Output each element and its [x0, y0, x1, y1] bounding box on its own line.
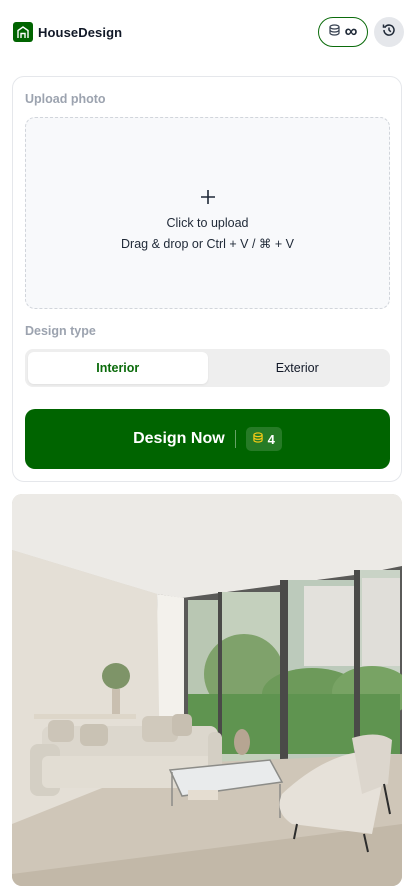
living-room-photo	[12, 494, 402, 886]
coins-icon	[252, 430, 263, 448]
credits-pill[interactable]: ∞	[318, 17, 368, 47]
upload-dropzone[interactable]: Click to upload Drag & drop or Ctrl + V …	[25, 117, 390, 309]
tab-exterior[interactable]: Exterior	[208, 352, 388, 384]
upload-hint: Drag & drop or Ctrl + V / ⌘ + V	[121, 236, 294, 251]
cost-value: 4	[267, 431, 275, 447]
design-now-button[interactable]: Design Now 4	[25, 409, 390, 469]
plus-icon	[200, 186, 216, 210]
design-form-card: Upload photo Click to upload Drag & drop…	[12, 76, 402, 482]
history-icon	[381, 22, 397, 43]
app-header: HouseDesign ∞	[0, 0, 414, 64]
button-divider	[234, 430, 236, 448]
upload-title: Click to upload	[166, 215, 249, 230]
brand-logo[interactable]: HouseDesign	[13, 22, 122, 42]
design-type-label: Design type	[25, 324, 96, 338]
tab-interior[interactable]: Interior	[28, 352, 208, 384]
upload-section-label: Upload photo	[25, 92, 106, 106]
history-button[interactable]	[374, 17, 404, 47]
design-now-label: Design Now	[133, 430, 225, 447]
design-type-toggle: Interior Exterior	[25, 349, 390, 387]
cost-badge: 4	[245, 427, 282, 451]
credits-value: ∞	[344, 21, 358, 41]
coins-icon	[328, 23, 340, 41]
house-icon	[13, 22, 33, 42]
living-room-illustration	[12, 494, 402, 886]
brand-name: HouseDesign	[38, 24, 123, 40]
